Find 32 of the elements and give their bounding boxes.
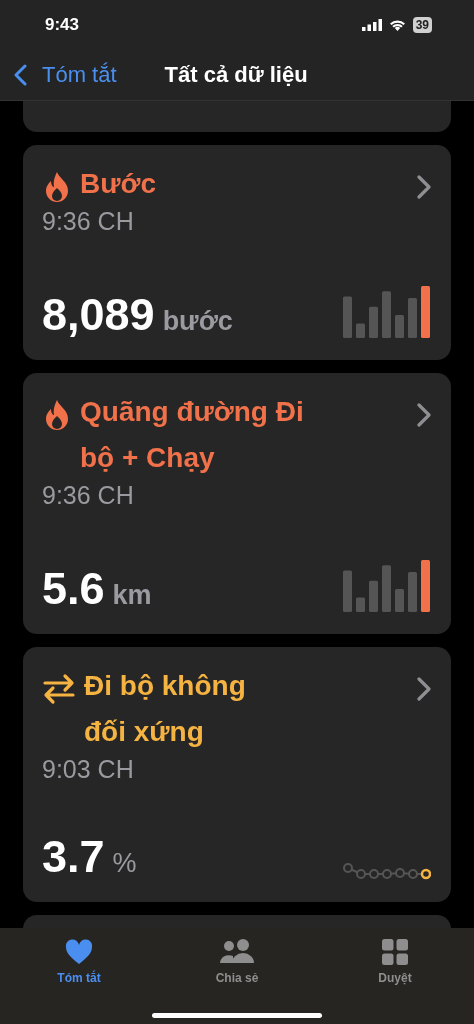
metric-value: 3.7 [42, 834, 105, 880]
tab-button[interactable]: Tóm tắt [48, 939, 110, 985]
metric-card[interactable]: Bước 9:36 CH 8,089 bước [23, 145, 451, 360]
metric-card[interactable]: Đi bộ không đối xứng 9:03 CH 3.7 % [23, 647, 451, 902]
page-title: Tất cả dữ liệu [164, 62, 308, 88]
wifi-icon [388, 19, 406, 31]
metric-title: Đi bộ không đối xứng [84, 669, 247, 749]
tab-button[interactable]: Chia sẻ [206, 939, 268, 985]
metric-time: 9:36 CH [42, 207, 135, 236]
metric-unit: bước [162, 306, 233, 337]
metric-value: 8,089 [42, 292, 155, 338]
arrows-icon [42, 673, 76, 705]
chevron-icon [417, 175, 431, 199]
metric-value: 5.6 [42, 566, 105, 612]
status-time: 9:43 [45, 15, 81, 35]
metric-time: 9:03 CH [42, 755, 135, 784]
back-button[interactable]: Tóm tắt [14, 62, 117, 88]
signal-icon [361, 19, 382, 31]
chevron-icon [417, 403, 431, 427]
battery-level: 39 [412, 17, 432, 33]
metric-title: Bước [80, 167, 156, 201]
grid-icon [382, 939, 408, 965]
metric-card[interactable]: Quãng đường Đi bộ + Chạy 9:36 CH 5.6 km [23, 373, 451, 634]
chevron-icon [14, 64, 27, 86]
people-icon [219, 939, 255, 965]
metric-unit: % [112, 848, 137, 879]
tab-button[interactable]: Duyệt [364, 939, 426, 985]
metric-time: 9:36 CH [42, 481, 135, 510]
metric-title: Quãng đường Đi bộ + Chạy [80, 395, 305, 475]
metric-unit: km [112, 580, 152, 611]
heart-icon [65, 939, 93, 965]
chevron-icon [417, 677, 431, 701]
